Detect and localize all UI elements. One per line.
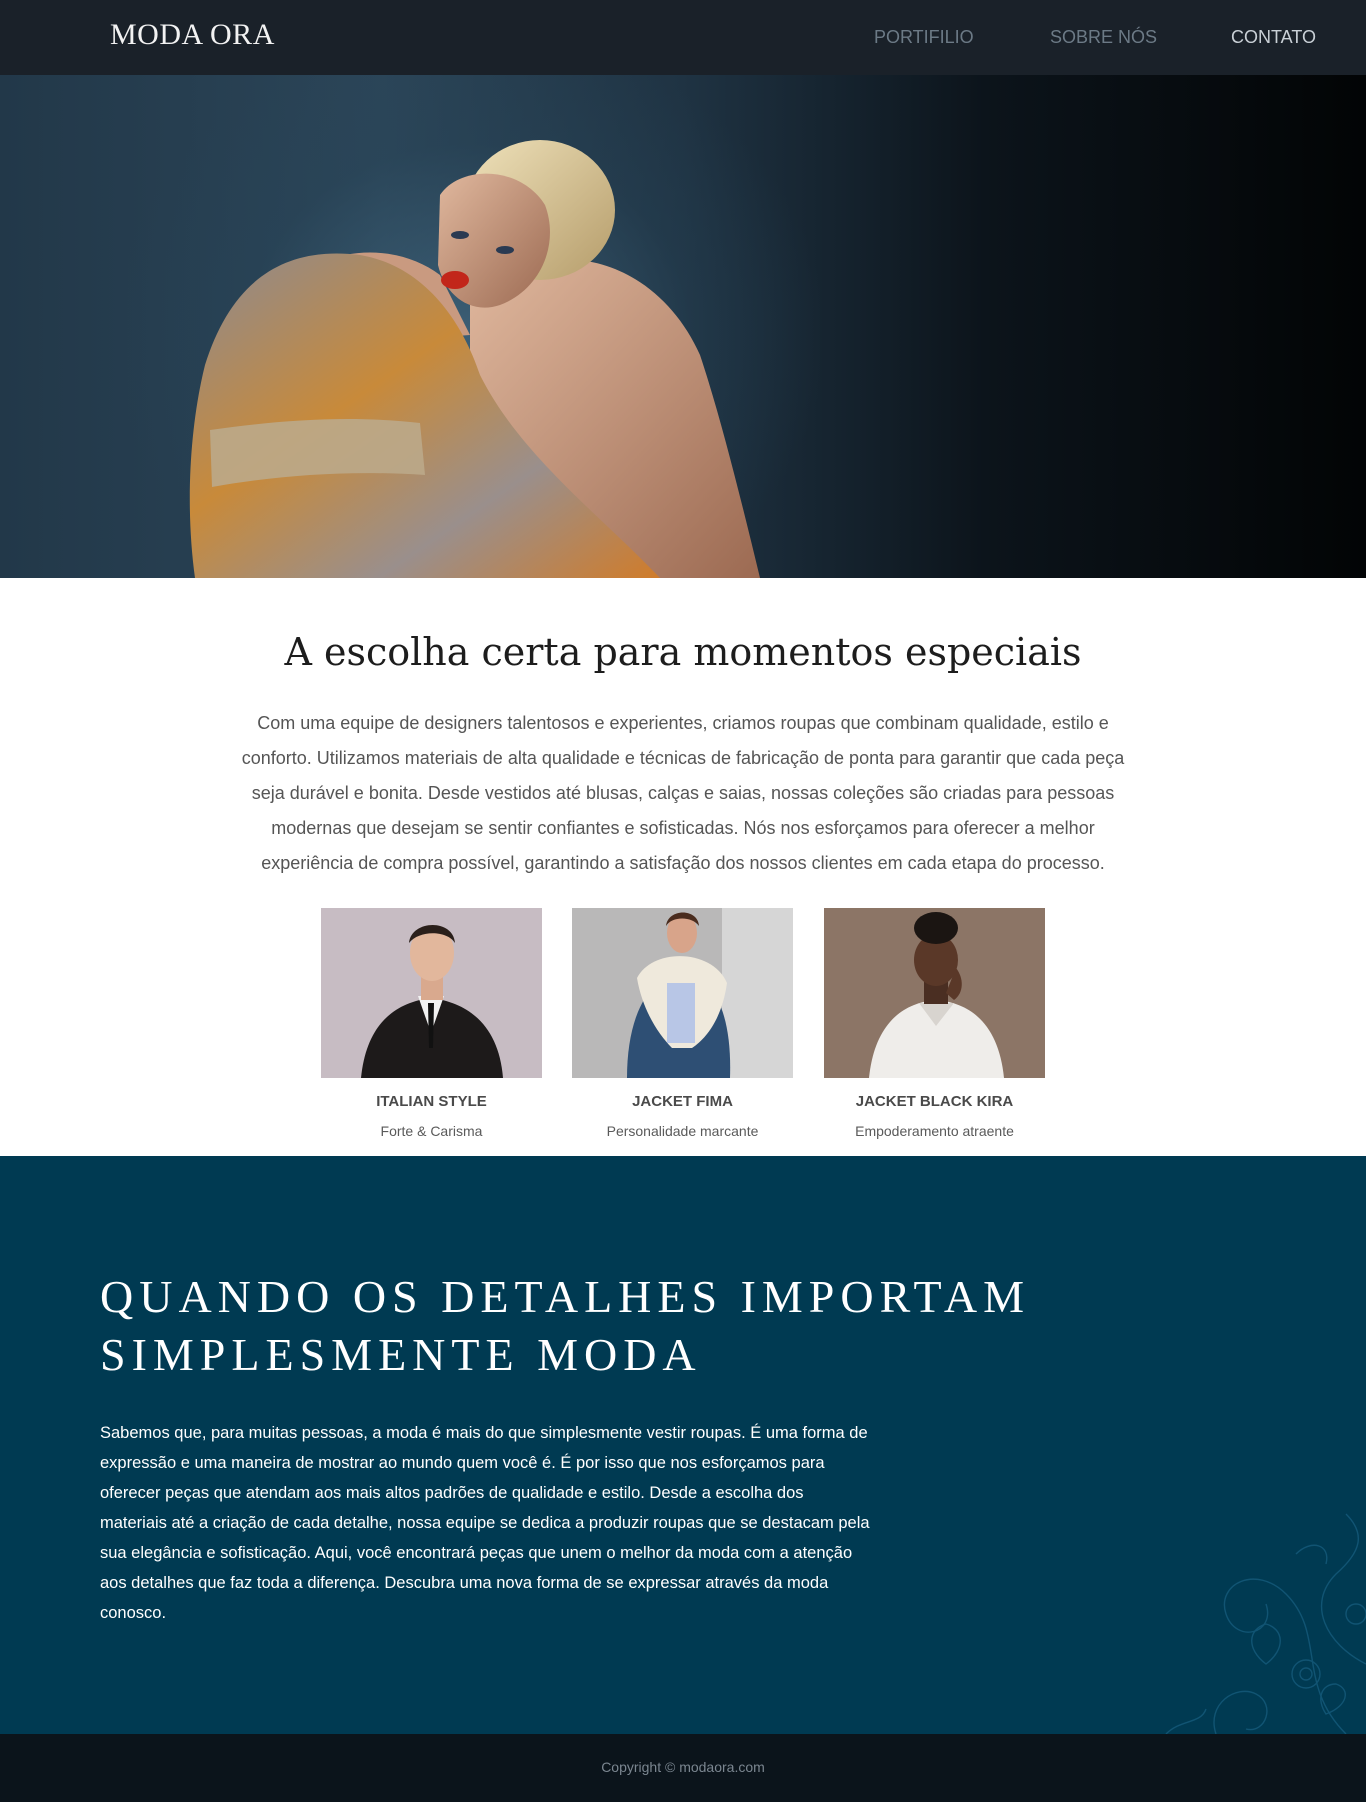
product-image-white-shirt[interactable] [824,908,1045,1078]
product-subtitle: Personalidade marcante [606,1123,759,1139]
intro-heading: A escolha certa para momentos especiais [284,630,1082,674]
nav-link-contato[interactable]: CONTATO [1231,27,1316,48]
copyright-text: Copyright © modaora.com [601,1759,765,1775]
details-heading-line-2: SIMPLESMENTE MODA [100,1329,702,1380]
product-image-man-coat[interactable] [321,908,542,1078]
product-card-jacket-fima[interactable]: JACKET FIMA Personalidade marcante [572,908,793,1139]
hero-banner [0,75,1366,578]
nav-link-portfolio[interactable]: PORTIFILIO [874,27,974,48]
hero-model-image [189,140,760,578]
product-title: ITALIAN STYLE [376,1093,487,1110]
product-card-jacket-black-kira[interactable]: JACKET BLACK KIRA Empoderamento atraente [824,908,1045,1139]
product-subtitle: Empoderamento atraente [855,1123,1014,1139]
product-title: JACKET BLACK KIRA [855,1093,1014,1110]
nav-link-sobre-nos[interactable]: SOBRE NÓS [1050,27,1157,48]
product-title: JACKET FIMA [632,1093,733,1110]
product-image-fur-jacket[interactable] [572,908,793,1078]
details-heading-line-1: QUANDO OS DETALHES IMPORTAM [100,1271,1031,1322]
details-section: QUANDO OS DETALHES IMPORTAM SIMPLESMENTE… [0,1156,1366,1734]
floral-pattern-decoration [1165,1513,1366,1734]
brand-logo[interactable]: MODA ORA [110,18,275,52]
details-paragraph: Sabemos que, para muitas pessoas, a moda… [100,1424,870,1622]
intro-paragraph: Com uma equipe de designers talentosos e… [241,713,1125,873]
details-heading: QUANDO OS DETALHES IMPORTAM SIMPLESMENTE… [100,1268,1030,1384]
product-card-italian-style[interactable]: ITALIAN STYLE Forte & Carisma [321,908,542,1139]
top-navbar: MODA ORA PORTIFILIO SOBRE NÓS CONTATO [0,0,1366,75]
footer: Copyright © modaora.com [0,1734,1366,1802]
product-subtitle: Forte & Carisma [380,1123,483,1139]
